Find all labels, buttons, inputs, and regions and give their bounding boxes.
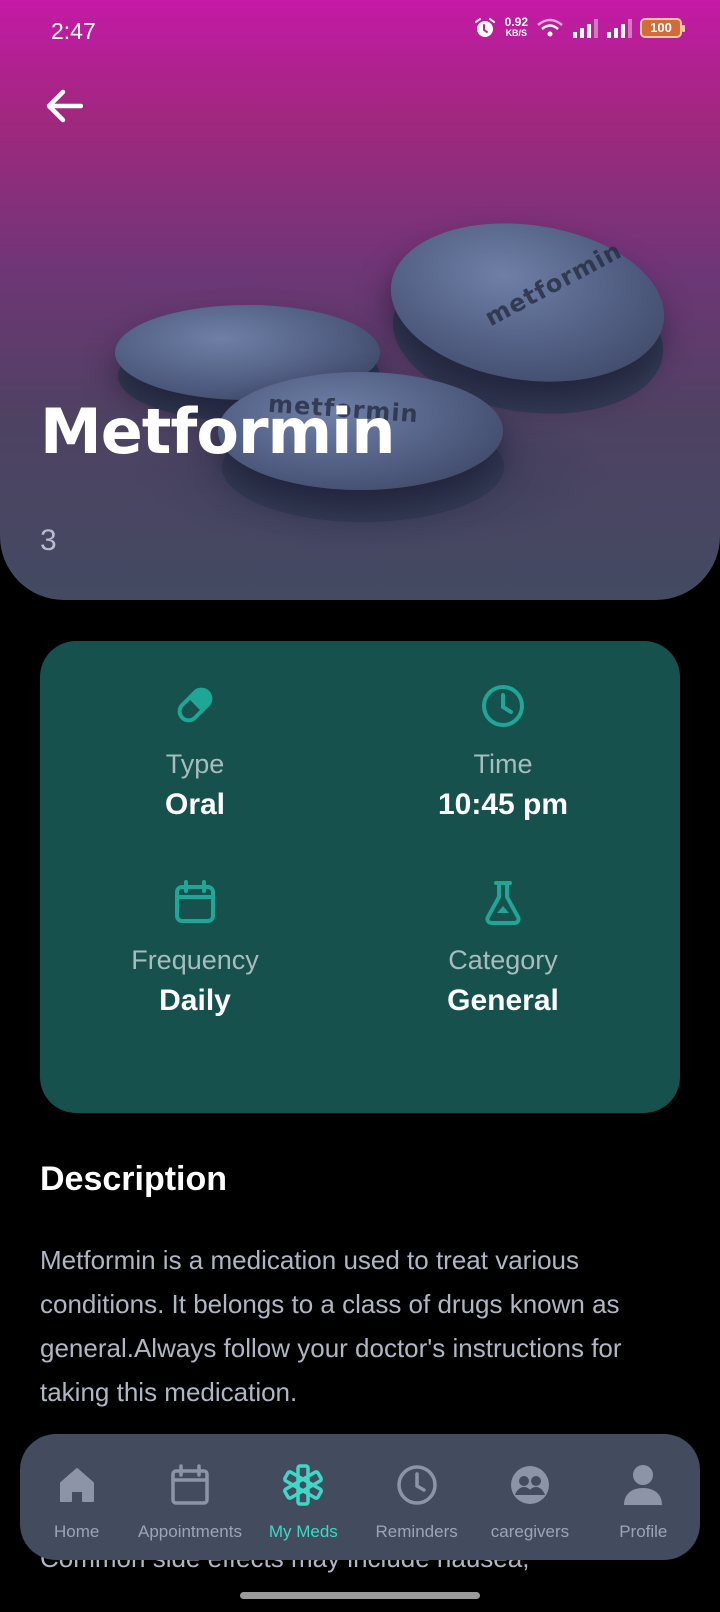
- nav-item-my-meds[interactable]: My Meds: [247, 1434, 360, 1560]
- capsule-icon: [177, 687, 213, 723]
- info-category: Category General: [343, 879, 663, 1018]
- category-value: General: [447, 984, 559, 1017]
- calendar-icon: [175, 880, 215, 923]
- group-icon: [510, 1466, 549, 1504]
- person-icon: [624, 1465, 663, 1505]
- description-heading: Description: [40, 1160, 228, 1198]
- category-label: Category: [448, 945, 558, 975]
- nav-label-caregivers: caregivers: [490, 1522, 570, 1541]
- frequency-label: Frequency: [131, 945, 259, 975]
- description-text: Metformin is a medication used to treat …: [40, 1245, 622, 1407]
- status-icons: 0.92 KB/S 100: [473, 15, 685, 40]
- back-button[interactable]: [40, 82, 88, 130]
- status-bar: 2:47 0.92 KB/S 100: [0, 0, 720, 66]
- status-time: 2:47: [51, 18, 96, 44]
- nav-item-profile[interactable]: Profile: [587, 1434, 700, 1560]
- calendar-icon: [171, 1464, 209, 1505]
- nav-item-home[interactable]: Home: [20, 1434, 133, 1560]
- medication-name: Metformin: [40, 395, 396, 468]
- net-speed-unit: KB/S: [505, 28, 528, 38]
- home-indicator[interactable]: [240, 1592, 480, 1599]
- nav-label-my-meds: My Meds: [268, 1522, 338, 1541]
- nav-label-appointments: Appointments: [138, 1522, 242, 1541]
- time-label: Time: [473, 749, 533, 779]
- signal-icon-2: [607, 19, 632, 38]
- info-type: Type Oral: [35, 683, 355, 822]
- home-icon: [59, 1468, 94, 1502]
- type-value: Oral: [164, 788, 226, 821]
- alarm-icon: [474, 18, 495, 37]
- info-frequency: Frequency Daily: [35, 879, 355, 1018]
- type-label: Type: [165, 749, 225, 779]
- nav-label-home: Home: [53, 1522, 100, 1541]
- arrow-left-icon: [46, 89, 83, 123]
- medical-asterisk-icon: [283, 1464, 324, 1506]
- nav-label-profile: Profile: [619, 1522, 668, 1541]
- medication-info-card: Type Oral Time 10:45 pm Frequency Daily: [40, 641, 680, 1113]
- clock-icon: [396, 1465, 437, 1505]
- nav-item-appointments[interactable]: Appointments: [133, 1434, 246, 1560]
- nav-item-reminders[interactable]: Reminders: [360, 1434, 473, 1560]
- signal-icon-1: [573, 19, 598, 38]
- wifi-icon: [537, 18, 563, 37]
- battery-indicator: 100: [640, 18, 685, 38]
- hero-banner: metformin metformin 2:47 0.92 KB/S 100 M…: [0, 0, 720, 600]
- frequency-value: Daily: [159, 984, 231, 1017]
- net-speed-value: 0.92: [504, 15, 528, 29]
- net-speed: 0.92 KB/S: [504, 15, 528, 39]
- flask-icon: [485, 881, 521, 925]
- bottom-navigation: Home Appointments My Meds Reminders care…: [20, 1434, 700, 1560]
- nav-label-reminders: Reminders: [375, 1522, 458, 1541]
- medication-dosage: 3: [40, 524, 57, 557]
- info-time: Time 10:45 pm: [343, 683, 663, 822]
- clock-icon: [482, 685, 524, 727]
- time-value: 10:45 pm: [437, 788, 569, 821]
- nav-item-caregivers[interactable]: caregivers: [473, 1434, 586, 1560]
